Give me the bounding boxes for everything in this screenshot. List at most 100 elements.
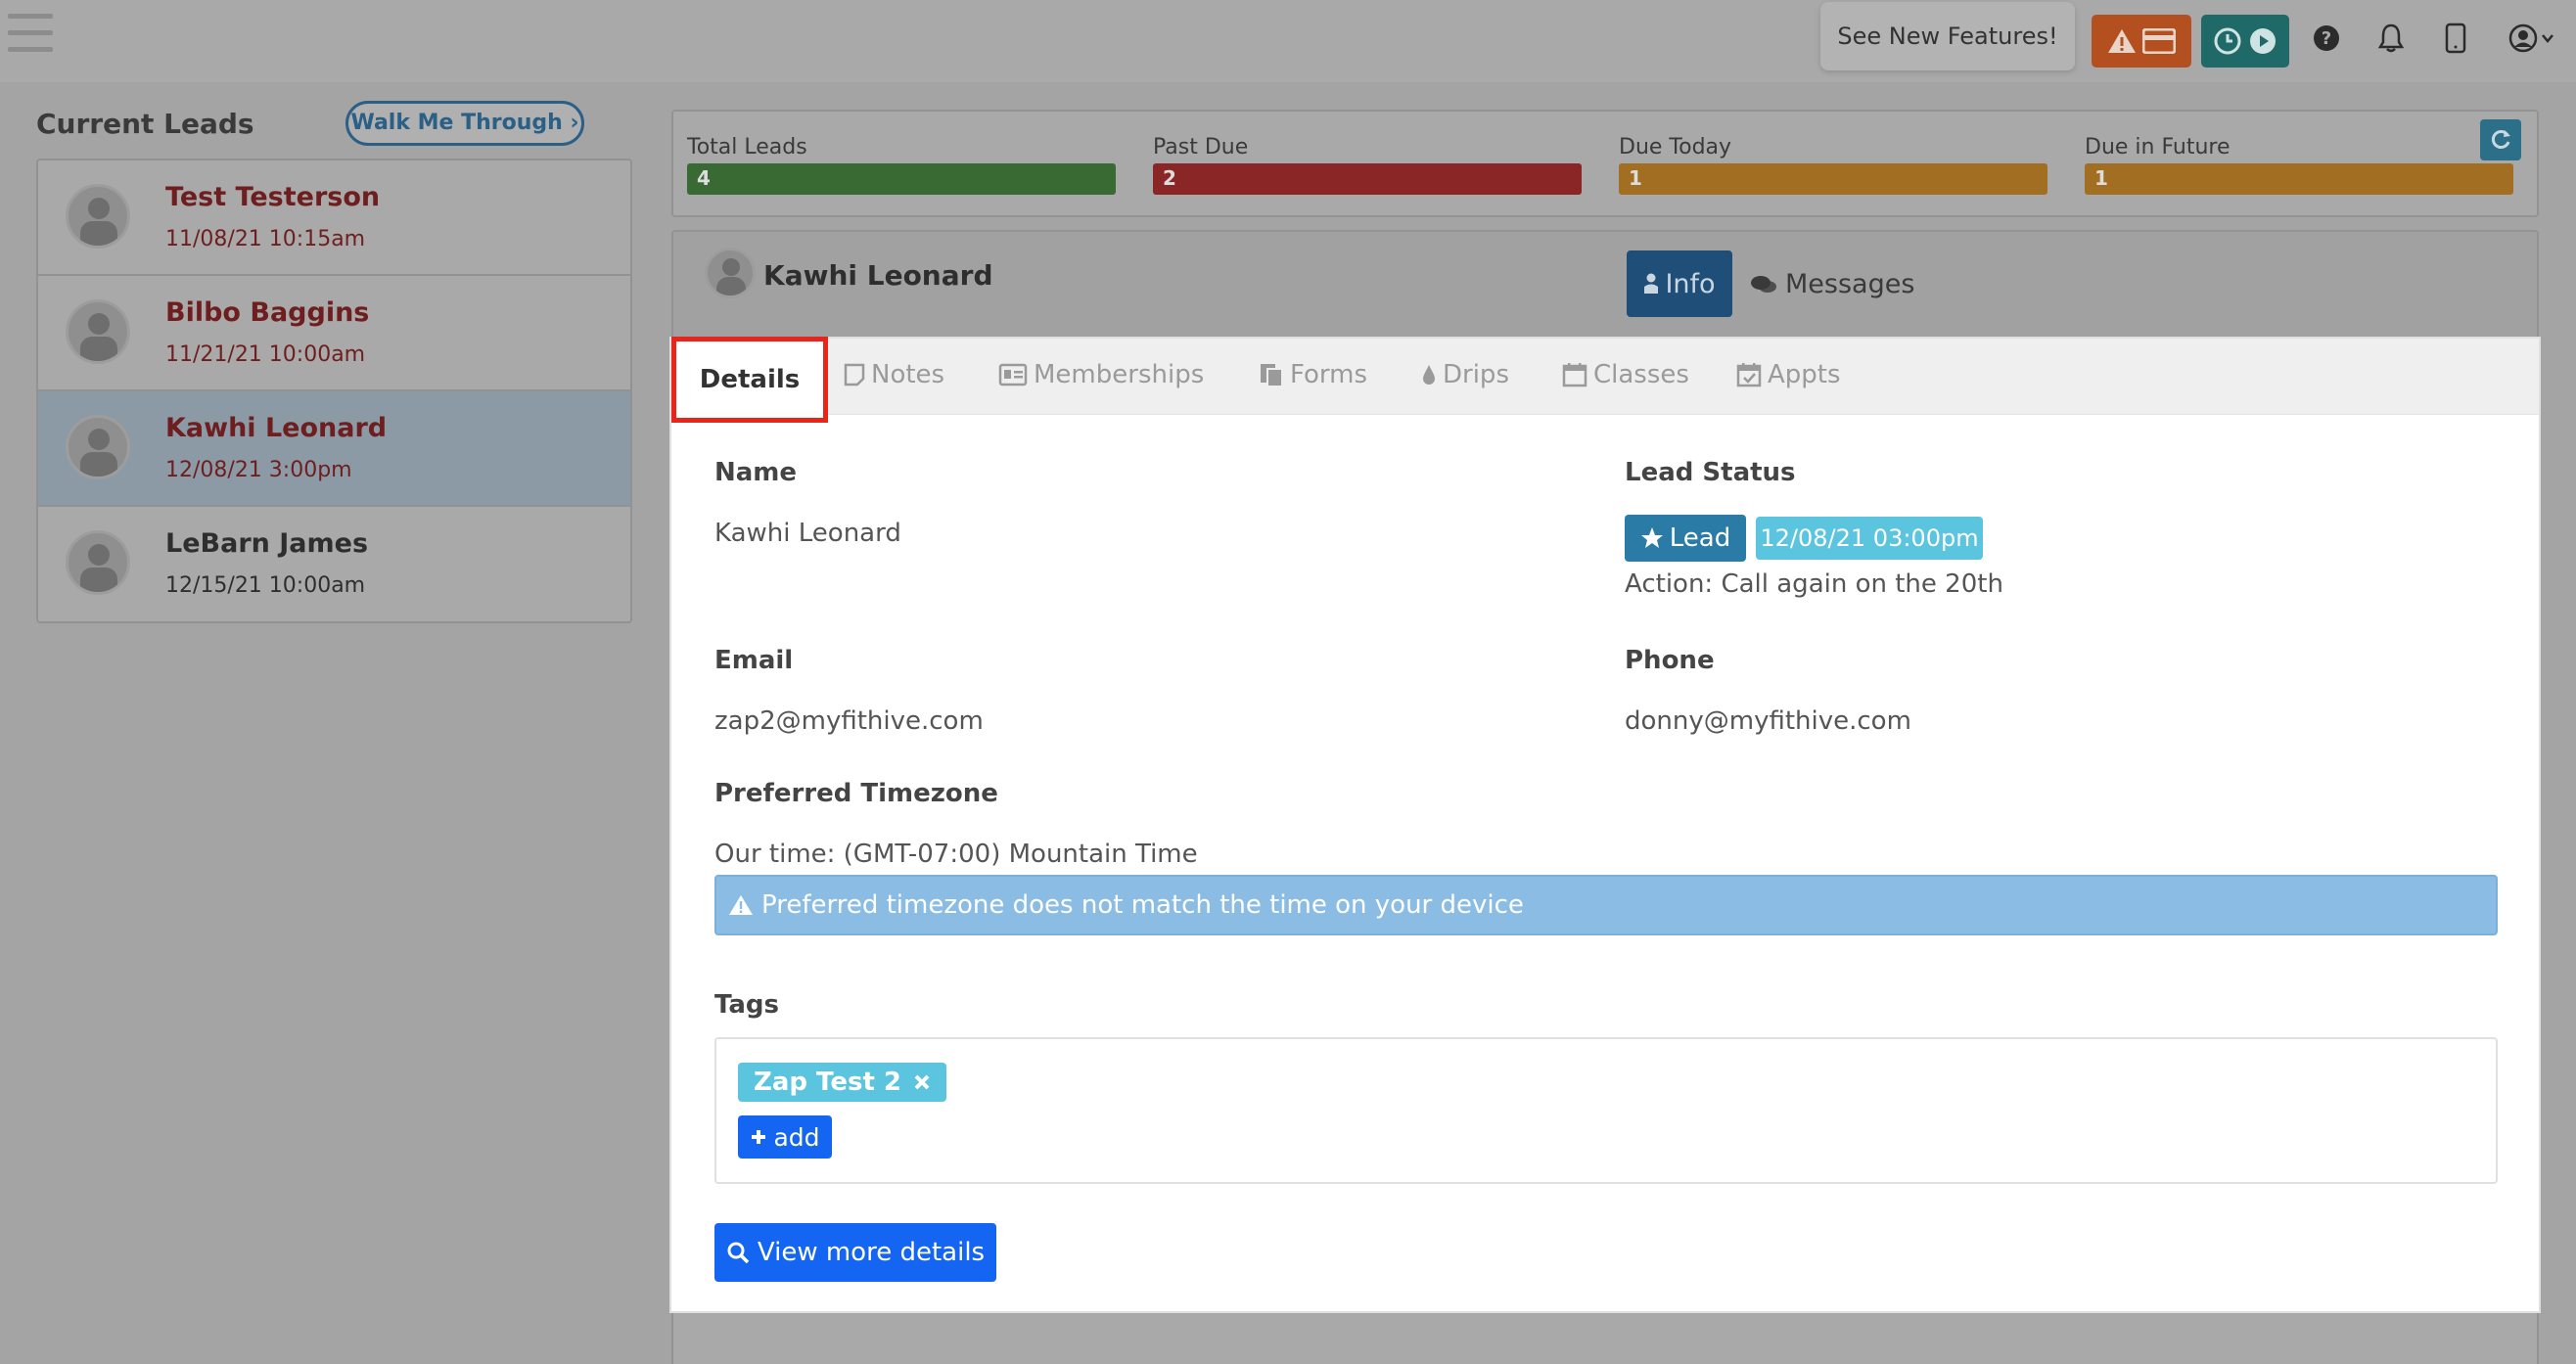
lead-stats: Total Leads 4 Past Due 2 Due Today 1 Due… [671,110,2539,217]
warning-icon [2108,29,2136,53]
tab-label: Notes [871,360,945,389]
add-label: add [773,1122,820,1152]
tab-bar: Details Notes Memberships Forms Drips Cl… [671,337,2539,423]
lead-name: Test Testerson [165,182,381,212]
walk-me-through-button[interactable]: Walk Me Through › [345,101,584,146]
tablet-icon[interactable] [2439,22,2472,55]
bottom-strip [671,1313,2539,1364]
name-label: Name [714,458,798,487]
lead-date: 11/08/21 10:15am [165,227,366,251]
lead-status-badge[interactable]: Lead [1625,515,1746,562]
comments-icon [1751,275,1776,293]
email-value: zap2@myfithive.com [714,706,984,736]
lead-item-bilbo-baggins[interactable]: Bilbo Baggins 11/21/21 10:00am [38,276,630,391]
tags-box: Zap Test 2 add [714,1037,2498,1184]
svg-text:?: ? [2322,28,2331,49]
tab-appts[interactable]: Appts [1736,360,1841,389]
calendar-check-icon [1736,363,1762,387]
avatar-icon [705,248,756,298]
stat-total-leads[interactable]: Total Leads 4 [687,135,1116,195]
lead-date: 12/08/21 3:00pm [165,458,352,482]
timezone-label: Preferred Timezone [714,779,998,808]
bell-icon[interactable] [2374,22,2408,55]
lead-name: Bilbo Baggins [165,297,370,328]
messages-label: Messages [1785,269,1915,299]
stat-bar: 2 [1153,163,1582,195]
stat-bar: 1 [2085,163,2513,195]
stat-bar: 1 [1619,163,2047,195]
star-icon [1640,527,1663,548]
tab-label: Appts [1768,360,1841,389]
avatar-icon [66,184,130,249]
stat-past-due[interactable]: Past Due 2 [1153,135,1582,195]
note-icon [844,363,865,386]
help-icon[interactable]: ? [2310,22,2343,55]
stat-due-in-future[interactable]: Due in Future 1 [2085,135,2513,195]
tab-label: Memberships [1034,360,1205,389]
drop-icon [1423,365,1435,385]
lead-status-date-badge: 12/08/21 03:00pm [1756,517,1983,560]
avatar-icon [66,299,130,364]
timer-button[interactable] [2201,15,2289,68]
billing-alert-button[interactable] [2092,15,2191,68]
contact-name: Kawhi Leonard [763,259,993,292]
stat-due-today[interactable]: Due Today 1 [1619,135,2047,195]
stat-label: Total Leads [687,135,807,159]
forms-icon [1261,364,1283,387]
lead-name: LeBarn James [165,528,369,559]
lead-status-text: Lead [1669,523,1731,553]
stat-bar: 4 [687,163,1116,195]
stat-label: Due in Future [2085,135,2231,159]
avatar-icon [66,530,130,595]
messages-button[interactable]: Messages [1750,269,1914,299]
credit-card-icon [2142,28,2176,54]
tab-label: Drips [1443,360,1509,389]
lead-item-lebarn-james[interactable]: LeBarn James 12/15/21 10:00am [38,507,630,622]
name-value: Kawhi Leonard [714,519,901,548]
details-panel: Details Notes Memberships Forms Drips Cl… [669,337,2541,1313]
lead-status-action: Action: Call again on the 20th [1625,569,2003,599]
user-icon [1644,273,1659,294]
stat-label: Due Today [1619,135,1732,159]
tab-label: Forms [1290,360,1368,389]
user-account-icon[interactable] [2506,22,2560,55]
calendar-icon [1562,363,1587,387]
timezone-warning-text: Preferred timezone does not match the ti… [761,890,1524,920]
lead-item-kawhi-leonard[interactable]: Kawhi Leonard 12/08/21 3:00pm [38,391,630,507]
phone-label: Phone [1625,646,1715,675]
stat-label: Past Due [1153,135,1249,159]
current-leads-title: Current Leads [36,108,254,140]
avatar-icon [66,415,130,479]
lead-status-label: Lead Status [1625,458,1796,487]
lead-date: 11/21/21 10:00am [165,342,366,367]
see-new-features-button[interactable]: See New Features! [1820,2,2075,70]
refresh-icon [2491,130,2510,149]
tab-notes[interactable]: Notes [844,360,944,389]
warning-icon [729,895,753,915]
info-button[interactable]: Info [1627,250,1732,317]
top-bar: See New Features! ? [0,0,2576,82]
tab-memberships[interactable]: Memberships [998,360,1204,389]
add-tag-button[interactable]: add [738,1115,832,1159]
contact-header: Kawhi Leonard Info Messages [671,230,2539,338]
tag-label: Zap Test 2 [754,1068,902,1097]
tab-details[interactable]: Details [671,337,828,423]
view-more-details-button[interactable]: View more details [714,1223,996,1282]
id-card-icon [998,363,1028,386]
lead-item-test-testerson[interactable]: Test Testerson 11/08/21 10:15am [38,160,630,276]
tab-drips[interactable]: Drips [1421,360,1509,389]
timezone-value: Our time: (GMT-07:00) Mountain Time [714,840,1198,869]
lead-name: Kawhi Leonard [165,413,388,443]
timezone-warning-alert: Preferred timezone does not match the ti… [714,875,2498,935]
phone-value: donny@myfithive.com [1625,706,1911,736]
tab-forms[interactable]: Forms [1259,360,1367,389]
view-more-label: View more details [757,1238,986,1267]
search-icon [727,1242,750,1264]
tab-classes[interactable]: Classes [1562,360,1689,389]
remove-tag-icon[interactable] [913,1073,931,1091]
refresh-button[interactable] [2480,119,2521,160]
plus-icon [752,1130,766,1144]
info-label: Info [1665,268,1716,299]
tags-label: Tags [714,990,780,1020]
hamburger-menu-icon[interactable] [8,14,53,55]
